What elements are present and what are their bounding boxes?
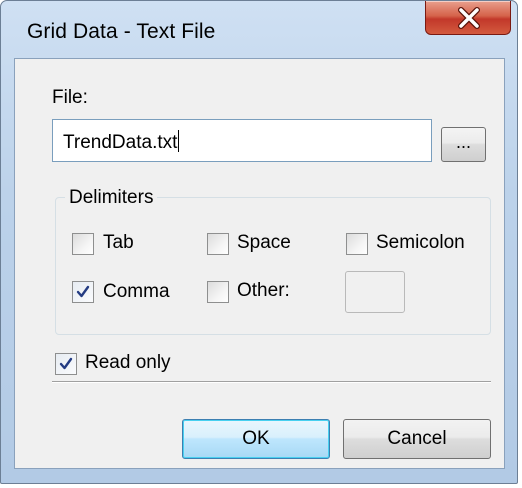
other-checkbox-label[interactable]: Other: bbox=[237, 280, 290, 302]
close-button[interactable] bbox=[425, 1, 511, 35]
comma-checkbox[interactable] bbox=[72, 281, 94, 303]
close-x-icon bbox=[458, 7, 480, 29]
comma-checkbox-label[interactable]: Comma bbox=[103, 281, 170, 303]
checkmark-icon bbox=[76, 285, 90, 298]
file-label: File: bbox=[52, 87, 88, 108]
separator-line bbox=[52, 381, 491, 383]
file-path-input[interactable]: TrendData.txt bbox=[52, 119, 432, 162]
dialog-window: Grid Data - Text File File: TrendData.tx… bbox=[0, 0, 518, 484]
other-checkbox[interactable] bbox=[207, 281, 229, 303]
space-checkbox[interactable] bbox=[207, 233, 229, 255]
ok-button[interactable]: OK bbox=[182, 419, 330, 459]
title-bar[interactable]: Grid Data - Text File bbox=[1, 1, 517, 57]
file-path-value: TrendData.txt bbox=[63, 132, 178, 153]
other-delimiter-input[interactable] bbox=[345, 271, 405, 313]
dialog-client-area: File: TrendData.txt ... Delimiters Tab S… bbox=[14, 58, 505, 469]
text-caret bbox=[178, 130, 180, 152]
tab-checkbox[interactable] bbox=[72, 233, 94, 255]
space-checkbox-label[interactable]: Space bbox=[237, 232, 291, 254]
semicolon-checkbox-label[interactable]: Semicolon bbox=[376, 232, 465, 254]
tab-checkbox-label[interactable]: Tab bbox=[103, 232, 134, 254]
delimiters-group bbox=[55, 197, 491, 335]
window-title: Grid Data - Text File bbox=[27, 20, 216, 43]
cancel-button[interactable]: Cancel bbox=[343, 419, 491, 459]
checkmark-icon bbox=[59, 357, 73, 370]
semicolon-checkbox[interactable] bbox=[346, 233, 368, 255]
read-only-checkbox[interactable] bbox=[55, 353, 77, 375]
browse-button[interactable]: ... bbox=[441, 127, 486, 162]
read-only-label[interactable]: Read only bbox=[85, 352, 171, 374]
delimiters-group-label: Delimiters bbox=[65, 187, 158, 209]
